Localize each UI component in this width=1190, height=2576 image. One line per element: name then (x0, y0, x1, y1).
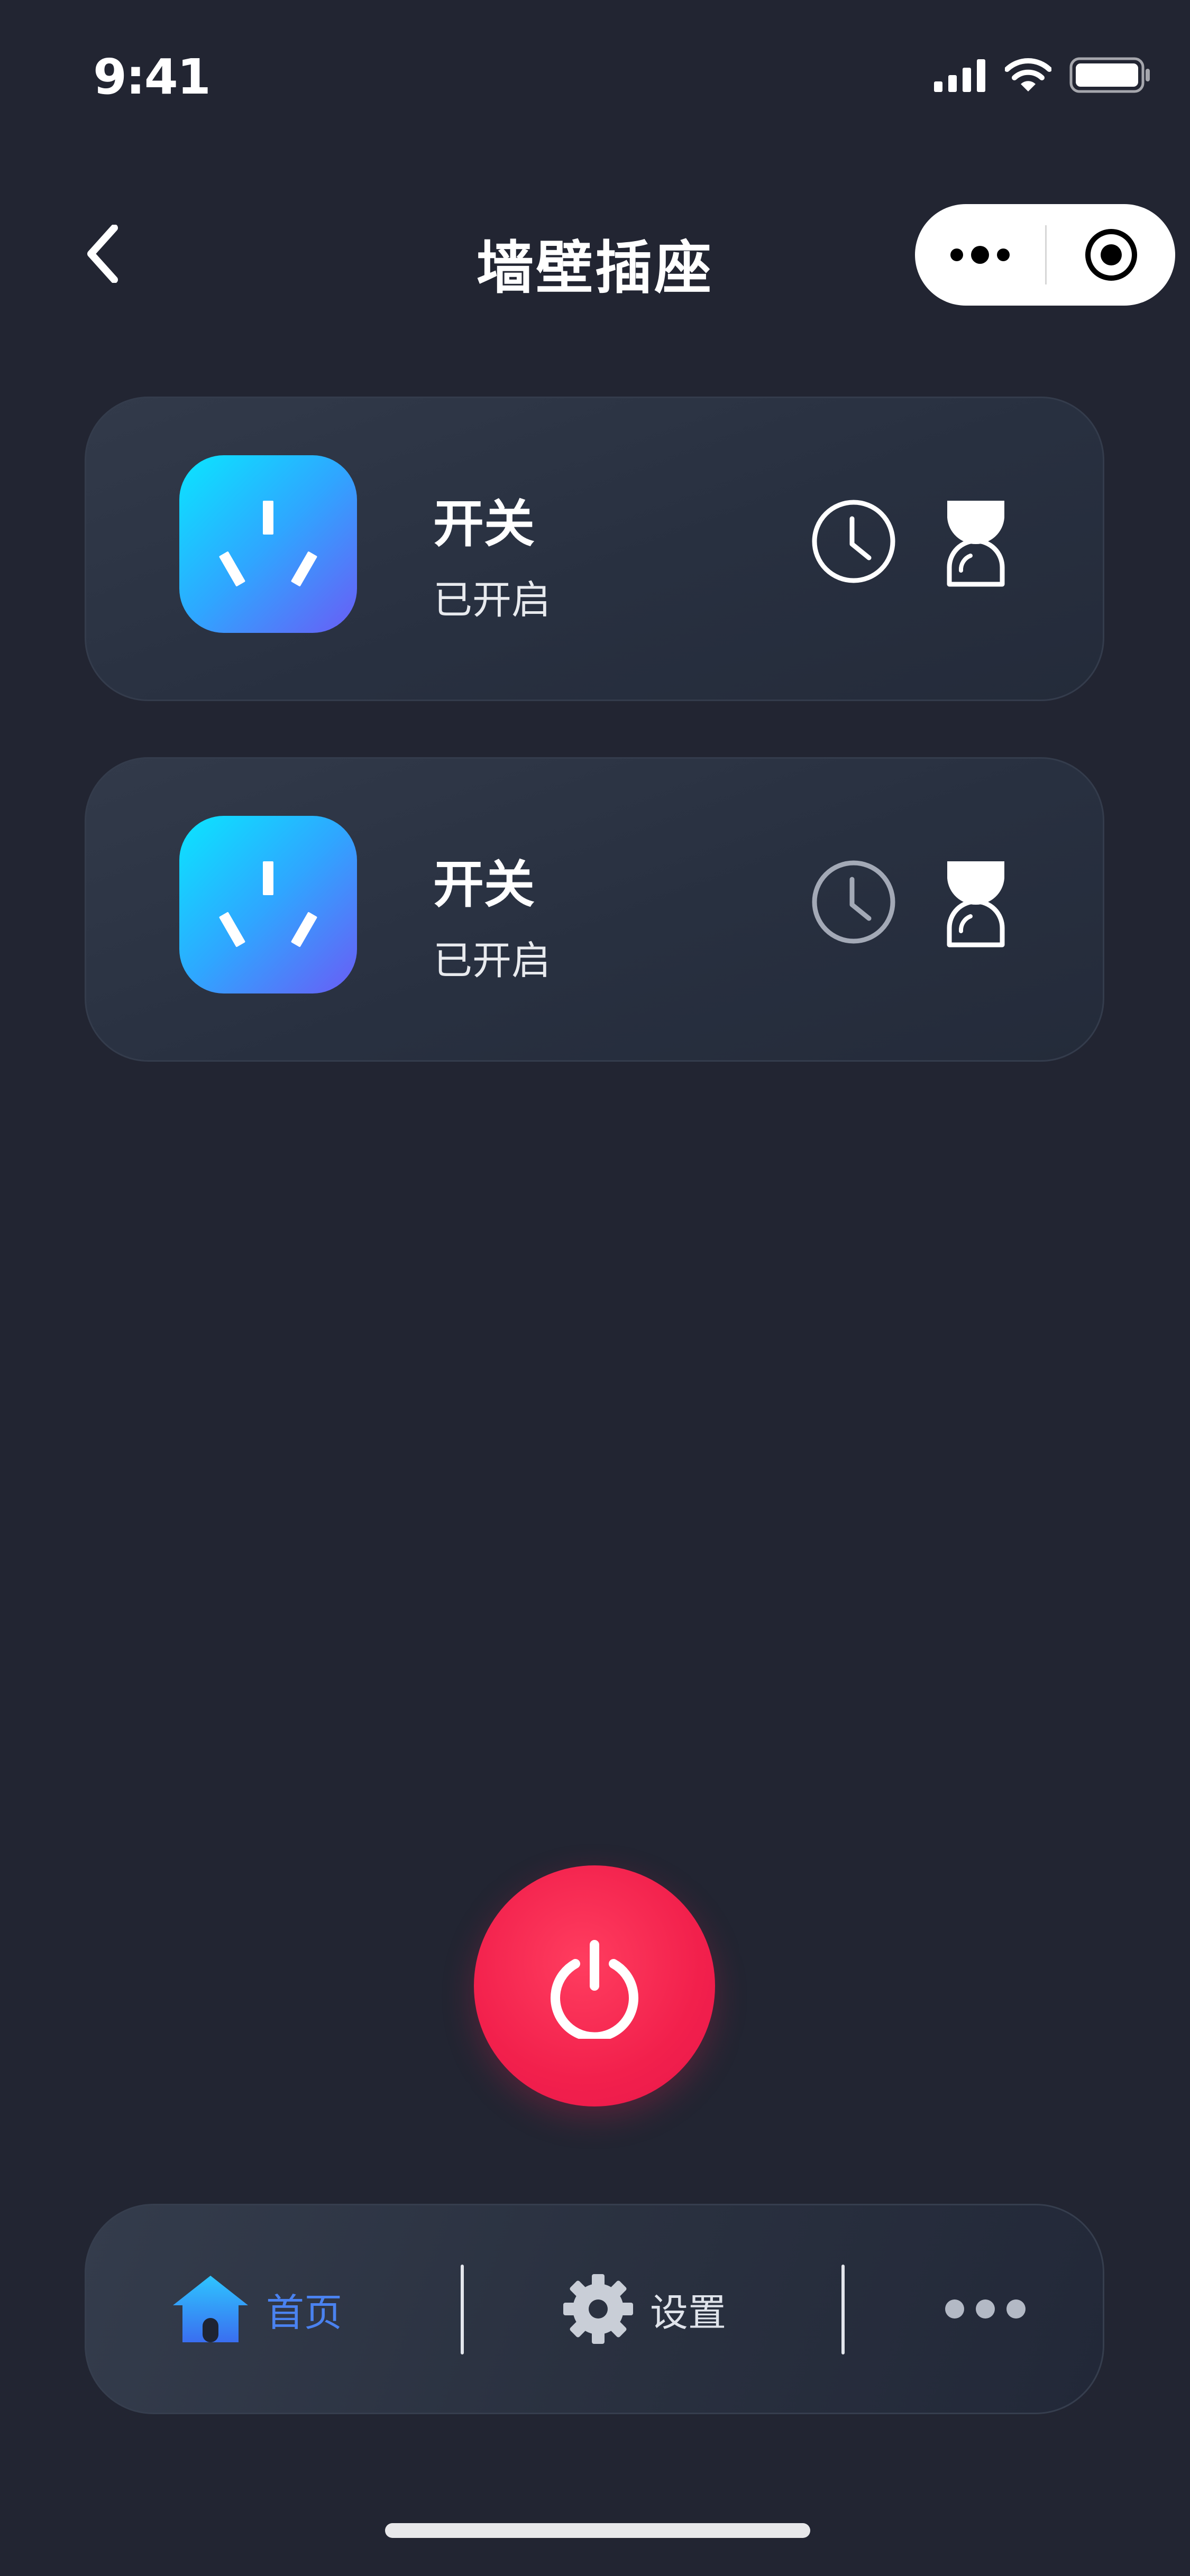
tab-more[interactable] (943, 2205, 1028, 2413)
wifi-icon (1005, 58, 1051, 91)
power-button[interactable] (474, 1865, 715, 2106)
clock-icon (812, 860, 895, 944)
mini-program-capsule (915, 204, 1175, 306)
schedule-button[interactable] (809, 496, 899, 586)
more-dots-icon (945, 2299, 1026, 2319)
countdown-button[interactable] (943, 499, 1009, 587)
socket-icon (219, 861, 317, 947)
hourglass-icon (947, 861, 1005, 947)
tab-home[interactable]: 首页 (171, 2205, 342, 2413)
tab-home-label: 首页 (266, 2290, 343, 2335)
device-title: 开关 (433, 855, 535, 914)
device-card[interactable]: 开关 已开启 (85, 757, 1104, 1062)
gear-icon (563, 2274, 633, 2344)
schedule-button[interactable] (809, 857, 899, 947)
status-icons (934, 57, 1151, 93)
plug-tile (179, 816, 357, 993)
plug-tile (179, 455, 357, 633)
signal-icon (934, 59, 985, 92)
power-icon (551, 1940, 638, 2039)
tab-divider (841, 2265, 845, 2354)
target-close-icon (1085, 229, 1137, 281)
tab-settings-label: 设置 (650, 2290, 727, 2335)
countdown-button[interactable] (943, 859, 1009, 948)
device-status: 已开启 (433, 577, 551, 623)
status-time: 9:41 (93, 49, 211, 105)
hourglass-icon (947, 501, 1005, 587)
device-title: 开关 (433, 494, 535, 554)
tab-divider (461, 2265, 464, 2354)
capsule-more-button[interactable] (915, 204, 1045, 306)
capsule-close-button[interactable] (1047, 204, 1175, 306)
more-dots-icon (950, 246, 1010, 264)
clock-icon (812, 500, 895, 583)
home-icon (173, 2276, 248, 2342)
battery-icon (1069, 57, 1150, 93)
home-indicator (385, 2523, 810, 2538)
bottom-tab-bar: 首页 设置 (85, 2204, 1104, 2414)
device-card[interactable]: 开关 已开启 (85, 397, 1104, 701)
tab-settings[interactable]: 设置 (562, 2205, 726, 2413)
device-status: 已开启 (433, 938, 551, 983)
socket-icon (219, 501, 317, 586)
